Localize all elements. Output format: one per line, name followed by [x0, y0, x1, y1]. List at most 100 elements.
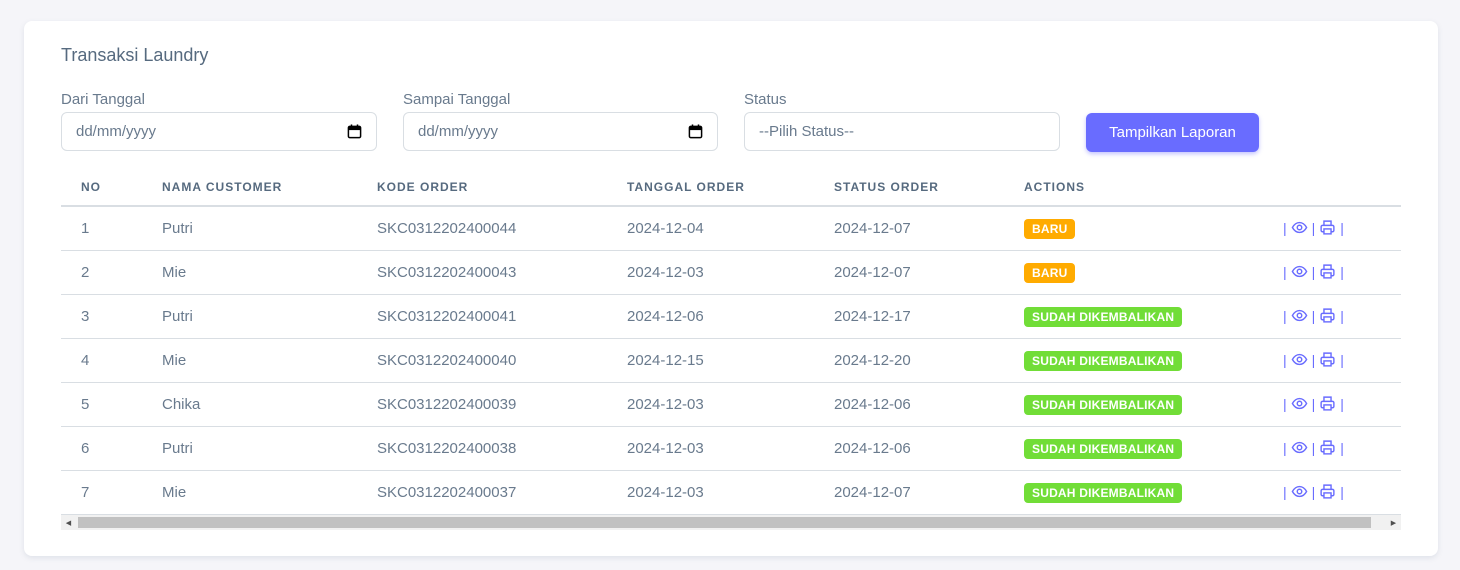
action-separator: | — [1340, 395, 1344, 412]
calendar-icon[interactable] — [347, 124, 362, 139]
header-order-date: TANGGAL ORDER — [627, 180, 745, 194]
printer-icon[interactable] — [1319, 395, 1336, 412]
header-order-status: STATUS ORDER — [834, 180, 939, 194]
eye-icon[interactable] — [1291, 439, 1308, 456]
calendar-icon[interactable] — [688, 124, 703, 139]
table-row: 4 Mie SKC0312202400040 2024-12-15 2024-12-20… — [61, 339, 1401, 383]
table-row: 5 Chika SKC0312202400039 2024-12-03 2024-12-… — [61, 383, 1401, 427]
action-separator: | — [1283, 219, 1287, 236]
action-separator: | — [1340, 219, 1344, 236]
row-actions: | | | — [1283, 395, 1344, 412]
cell-no: 2 — [81, 264, 90, 281]
cell-status-date: 2024-12-20 — [834, 352, 911, 369]
cell-customer: Mie — [162, 264, 187, 281]
action-separator: | — [1340, 351, 1344, 368]
cell-no: 1 — [81, 220, 90, 237]
action-separator: | — [1340, 439, 1344, 456]
printer-icon[interactable] — [1319, 263, 1336, 280]
status-badge: BARU — [1024, 219, 1076, 239]
action-separator: | — [1283, 395, 1287, 412]
cell-order-code: SKC0312202400037 — [377, 484, 517, 501]
row-actions: | | | — [1283, 219, 1344, 236]
status-select[interactable]: --Pilih Status-- — [744, 112, 1060, 151]
cell-status-date: 2024-12-17 — [834, 308, 911, 325]
from-date-value: dd/mm/yyyy — [76, 123, 157, 140]
row-actions: | | | — [1283, 351, 1344, 368]
header-customer: NAMA CUSTOMER — [162, 180, 283, 194]
cell-order-date: 2024-12-03 — [627, 484, 704, 501]
action-separator: | — [1340, 483, 1344, 500]
header-actions: ACTIONS — [1024, 180, 1085, 194]
table-row: 6 Putri SKC0312202400038 2024-12-03 2024-12-… — [61, 427, 1401, 471]
show-report-button[interactable]: Tampilkan Laporan — [1086, 113, 1259, 152]
cell-order-code: SKC0312202400044 — [377, 220, 517, 237]
scrollbar-thumb[interactable] — [78, 517, 1371, 528]
cell-customer: Putri — [162, 308, 193, 325]
action-separator: | — [1311, 439, 1316, 456]
status-badge: SUDAH DIKEMBALIKAN — [1024, 395, 1183, 415]
action-separator: | — [1340, 263, 1344, 280]
row-actions: | | | — [1283, 307, 1344, 324]
table-row: 7 Mie SKC0312202400037 2024-12-03 2024-12-07… — [61, 471, 1401, 515]
cell-status-date: 2024-12-06 — [834, 440, 911, 457]
from-date-label: Dari Tanggal — [61, 91, 145, 108]
eye-icon[interactable] — [1291, 307, 1308, 324]
printer-icon[interactable] — [1319, 307, 1336, 324]
status-badge: SUDAH DIKEMBALIKAN — [1024, 439, 1183, 459]
cell-order-date: 2024-12-03 — [627, 264, 704, 281]
status-badge: SUDAH DIKEMBALIKAN — [1024, 351, 1183, 371]
eye-icon[interactable] — [1291, 351, 1308, 368]
action-separator: | — [1311, 219, 1316, 236]
action-separator: | — [1340, 307, 1344, 324]
table-row: 2 Mie SKC0312202400043 2024-12-03 2024-12-07… — [61, 251, 1401, 295]
cell-status-date: 2024-12-06 — [834, 396, 911, 413]
cell-customer: Mie — [162, 484, 187, 501]
scroll-right-icon[interactable]: ▶ — [1386, 515, 1401, 530]
cell-customer: Putri — [162, 220, 193, 237]
eye-icon[interactable] — [1291, 263, 1308, 280]
cell-status-date: 2024-12-07 — [834, 220, 911, 237]
cell-customer: Putri — [162, 440, 193, 457]
printer-icon[interactable] — [1319, 351, 1336, 368]
status-label: Status — [744, 91, 787, 108]
action-separator: | — [1311, 307, 1316, 324]
cell-order-date: 2024-12-03 — [627, 440, 704, 457]
eye-icon[interactable] — [1291, 219, 1308, 236]
action-separator: | — [1311, 351, 1316, 368]
cell-order-code: SKC0312202400038 — [377, 440, 517, 457]
table-body: 1 Putri SKC0312202400044 2024-12-04 2024-12-… — [61, 207, 1401, 515]
eye-icon[interactable] — [1291, 395, 1308, 412]
status-select-value: --Pilih Status-- — [759, 123, 855, 140]
action-separator: | — [1311, 263, 1316, 280]
cell-order-code: SKC0312202400043 — [377, 264, 517, 281]
action-separator: | — [1283, 483, 1287, 500]
cell-order-code: SKC0312202400040 — [377, 352, 517, 369]
cell-order-code: SKC0312202400039 — [377, 396, 517, 413]
cell-status-date: 2024-12-07 — [834, 264, 911, 281]
cell-order-date: 2024-12-06 — [627, 308, 704, 325]
action-separator: | — [1283, 439, 1287, 456]
horizontal-scrollbar[interactable]: ◀ ▶ — [61, 515, 1401, 530]
row-actions: | | | — [1283, 483, 1344, 500]
action-separator: | — [1283, 351, 1287, 368]
to-date-input[interactable]: dd/mm/yyyy — [403, 112, 718, 151]
action-separator: | — [1311, 483, 1316, 500]
cell-customer: Mie — [162, 352, 187, 369]
printer-icon[interactable] — [1319, 439, 1336, 456]
printer-icon[interactable] — [1319, 483, 1336, 500]
laundry-transactions-card: Transaksi Laundry Dari Tanggal dd/mm/yyy… — [24, 21, 1438, 556]
table-row: 1 Putri SKC0312202400044 2024-12-04 2024-12-… — [61, 207, 1401, 251]
cell-status-date: 2024-12-07 — [834, 484, 911, 501]
cell-no: 5 — [81, 396, 90, 413]
eye-icon[interactable] — [1291, 483, 1308, 500]
scroll-left-icon[interactable]: ◀ — [61, 515, 76, 530]
row-actions: | | | — [1283, 439, 1344, 456]
cell-customer: Chika — [162, 396, 201, 413]
table-header: NO NAMA CUSTOMER KODE ORDER TANGGAL ORDE… — [61, 166, 1401, 207]
printer-icon[interactable] — [1319, 219, 1336, 236]
from-date-input[interactable]: dd/mm/yyyy — [61, 112, 377, 151]
table-row: 3 Putri SKC0312202400041 2024-12-06 2024-12-… — [61, 295, 1401, 339]
transactions-table: NO NAMA CUSTOMER KODE ORDER TANGGAL ORDE… — [61, 166, 1401, 530]
status-badge: BARU — [1024, 263, 1076, 283]
to-date-label: Sampai Tanggal — [403, 91, 511, 108]
